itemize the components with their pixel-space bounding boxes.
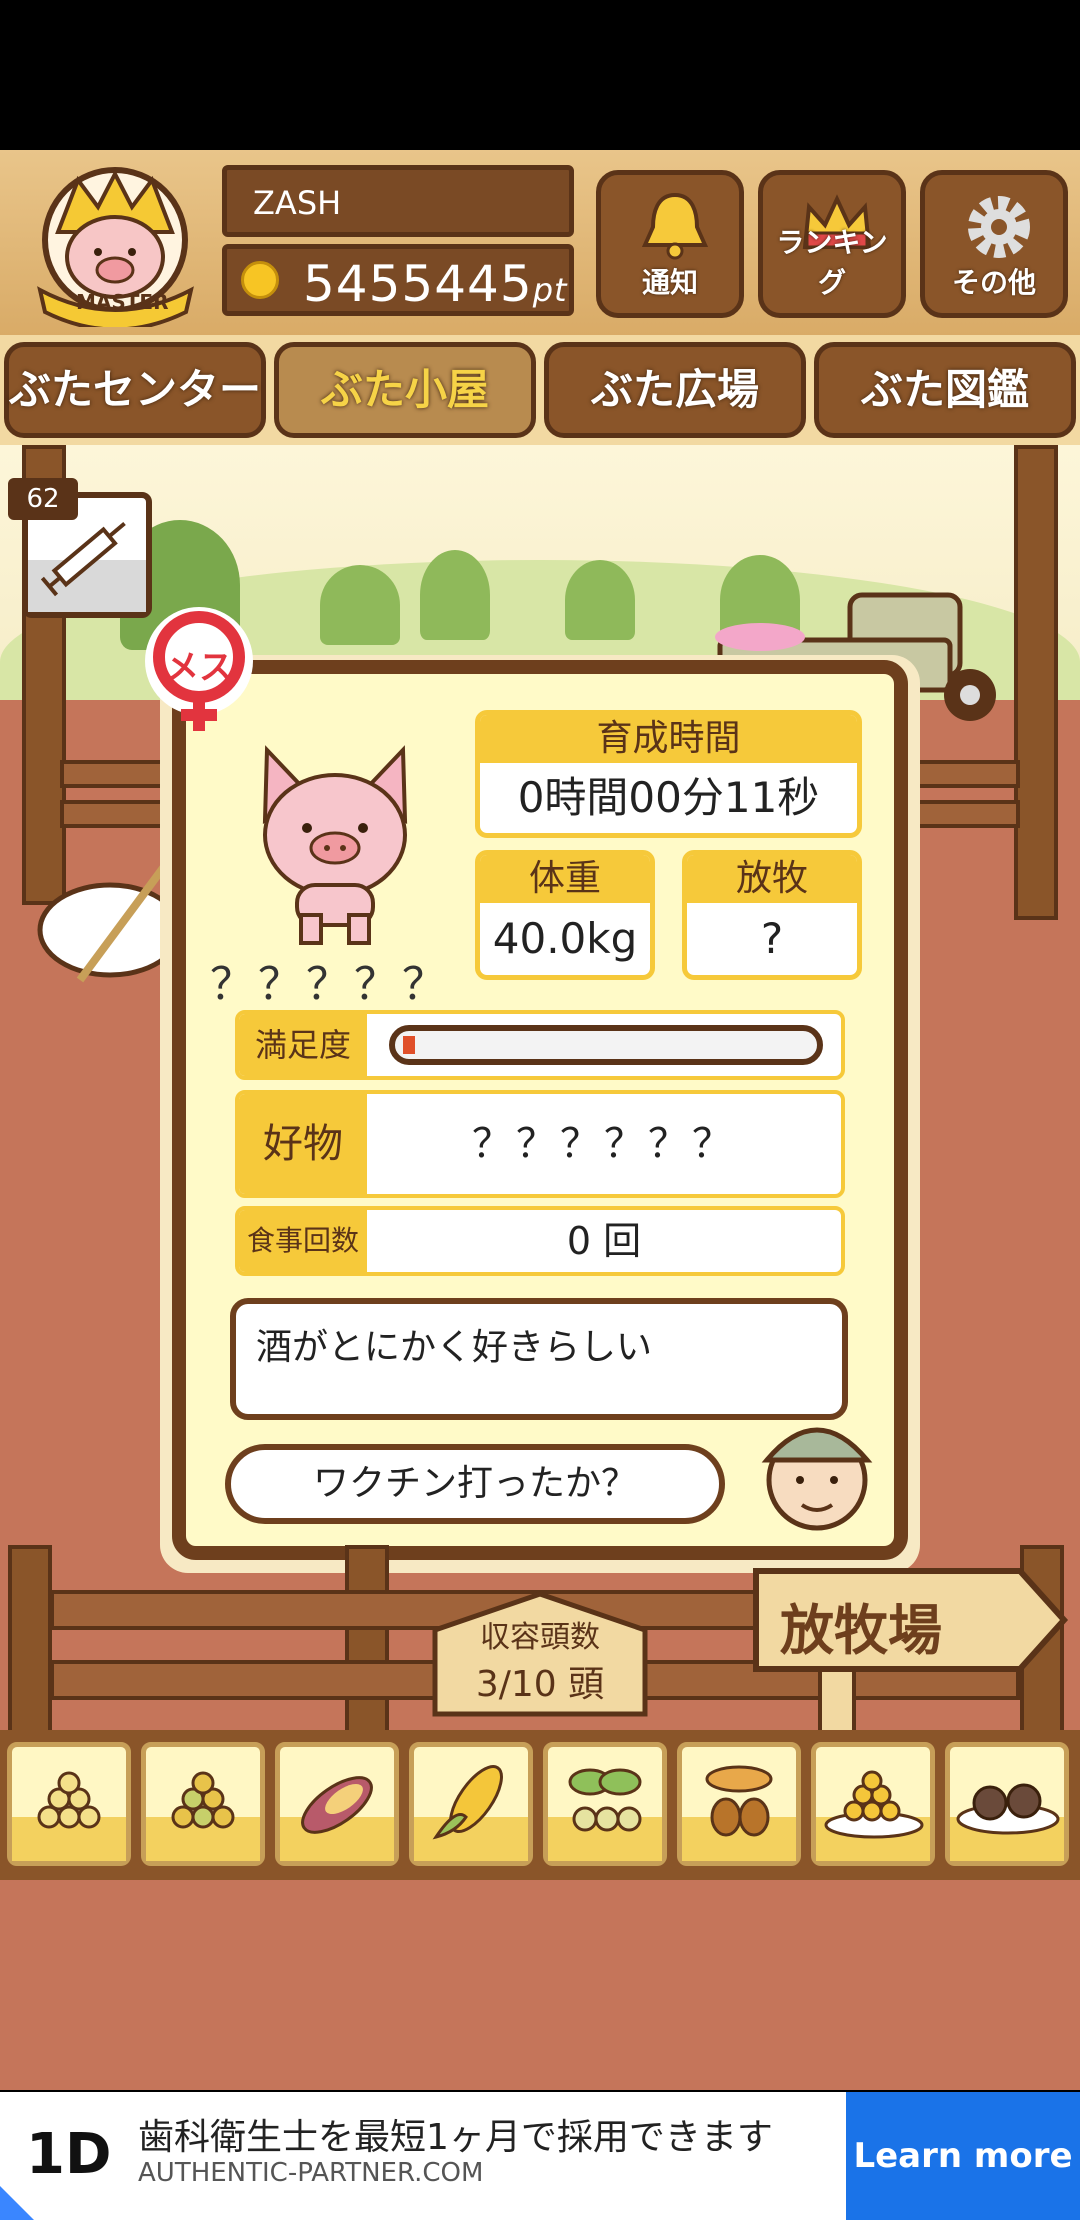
favorite-label: 好物 (239, 1094, 367, 1194)
satisfaction-bar-fill (403, 1036, 415, 1054)
settings-button[interactable]: その他 (920, 170, 1068, 318)
notification-label: 通知 (641, 266, 698, 299)
speech-text: ワクチン打ったか？ (312, 1463, 637, 1504)
points-display: 5455445pt (303, 255, 568, 313)
mixed-grain-icon (171, 1771, 235, 1829)
meals-label: 食事回数 (239, 1210, 367, 1272)
favorite-row: 好物 ？？？？？？ (235, 1090, 845, 1198)
food-slot-beans[interactable] (543, 1742, 667, 1866)
points-value: 5455445 (303, 255, 533, 313)
tab-buta-center[interactable]: ぶたセンター (4, 342, 266, 438)
satisfaction-bar (389, 1025, 823, 1065)
gear-icon (968, 196, 1030, 258)
gender-label: メス (165, 648, 233, 688)
fence-post (1014, 445, 1058, 920)
ad-choices-icon[interactable] (0, 2186, 34, 2220)
pig-name: ？？？？？ (210, 959, 450, 1010)
grain-plate-icon (824, 1770, 924, 1839)
fence-rail (60, 760, 170, 788)
pasture-value: ? (760, 914, 784, 963)
ranking-button[interactable]: ランキング (758, 170, 906, 318)
vaccine-count: 62 (8, 478, 78, 520)
points-unit: pt (532, 271, 568, 309)
weight-box: 体重 40.0kg (475, 850, 655, 980)
username: ZASH (253, 184, 342, 222)
tab-buta-koya[interactable]: ぶた小屋 (274, 342, 536, 438)
badge-label: MASTER (76, 290, 169, 314)
satisfaction-row: 満足度 (235, 1010, 845, 1080)
raise-time-box: 育成時間 0時間00分11秒 (475, 710, 862, 838)
hint-bubble: 酒がとにかく好きらしい (230, 1298, 848, 1420)
points-box: 5455445pt (222, 244, 574, 316)
ad-title[interactable]: 歯科衛生士を最短1ヶ月で採用できます (138, 2108, 773, 2160)
pasture-box: 放牧 ? (682, 850, 862, 980)
meatball-plate-icon (956, 1783, 1060, 1835)
weight-value: 40.0kg (492, 914, 638, 963)
ad-url: AUTHENTIC-PARTNER.COM (138, 2158, 484, 2188)
food-slot-meatball-plate[interactable] (945, 1742, 1069, 1866)
username-box: ZASH (222, 165, 574, 237)
speech-bubble: ワクチン打ったか？ (225, 1444, 725, 1524)
tab-buta-zukan[interactable]: ぶた図鑑 (814, 342, 1076, 438)
pasture-sign-label[interactable]: 放牧場 (780, 1586, 942, 1665)
food-slot-grain-plate[interactable] (811, 1742, 935, 1866)
capacity-label: 収容頭数 (480, 1620, 600, 1655)
fence-post (345, 1545, 389, 1735)
tree (320, 565, 400, 645)
grain-pile-icon (37, 1771, 101, 1829)
ad-learn-more-button[interactable]: Learn more (846, 2092, 1080, 2220)
food-slot-grain[interactable] (7, 1742, 131, 1866)
favorite-value: ？？？？？？ (472, 1121, 736, 1167)
farmer-icon (761, 1427, 873, 1531)
raise-time-label: 育成時間 (480, 715, 857, 763)
fence-post (8, 1545, 52, 1735)
food-slot-corn[interactable] (409, 1742, 533, 1866)
bell-icon (641, 192, 709, 260)
meals-row: 食事回数 0 回 (235, 1206, 845, 1276)
weight-label: 体重 (480, 855, 650, 903)
corn-icon (432, 1765, 503, 1840)
food-slot-acorn[interactable] (677, 1742, 801, 1866)
tree (565, 560, 635, 640)
tree (420, 550, 490, 640)
ad-logo: 1D (26, 2122, 112, 2187)
food-slot-sweet-potato[interactable] (275, 1742, 399, 1866)
acorn-icon (705, 1765, 773, 1837)
fence-rail (60, 800, 170, 828)
capacity-value: 3/10 頭 (475, 1664, 605, 1705)
sweet-potato-icon (301, 1776, 373, 1834)
pasture-label: 放牧 (687, 855, 857, 903)
settings-label: その他 (951, 266, 1036, 299)
bean-sprout-icon (568, 1768, 642, 1832)
master-badge[interactable]: MASTER (28, 162, 203, 332)
tab-buta-hiroba[interactable]: ぶた広場 (544, 342, 806, 438)
pig-character-icon (262, 745, 408, 945)
raise-time-value: 0時間00分11秒 (517, 773, 820, 822)
hint-text: 酒がとにかく好きらしい (256, 1327, 653, 1368)
notification-button[interactable]: 通知 (596, 170, 744, 318)
coin-icon (241, 261, 279, 299)
meals-value: 0 回 (566, 1219, 642, 1263)
food-slot-mixed-grain[interactable] (141, 1742, 265, 1866)
ranking-label: ランキング (776, 226, 888, 299)
satisfaction-label: 満足度 (239, 1014, 367, 1076)
